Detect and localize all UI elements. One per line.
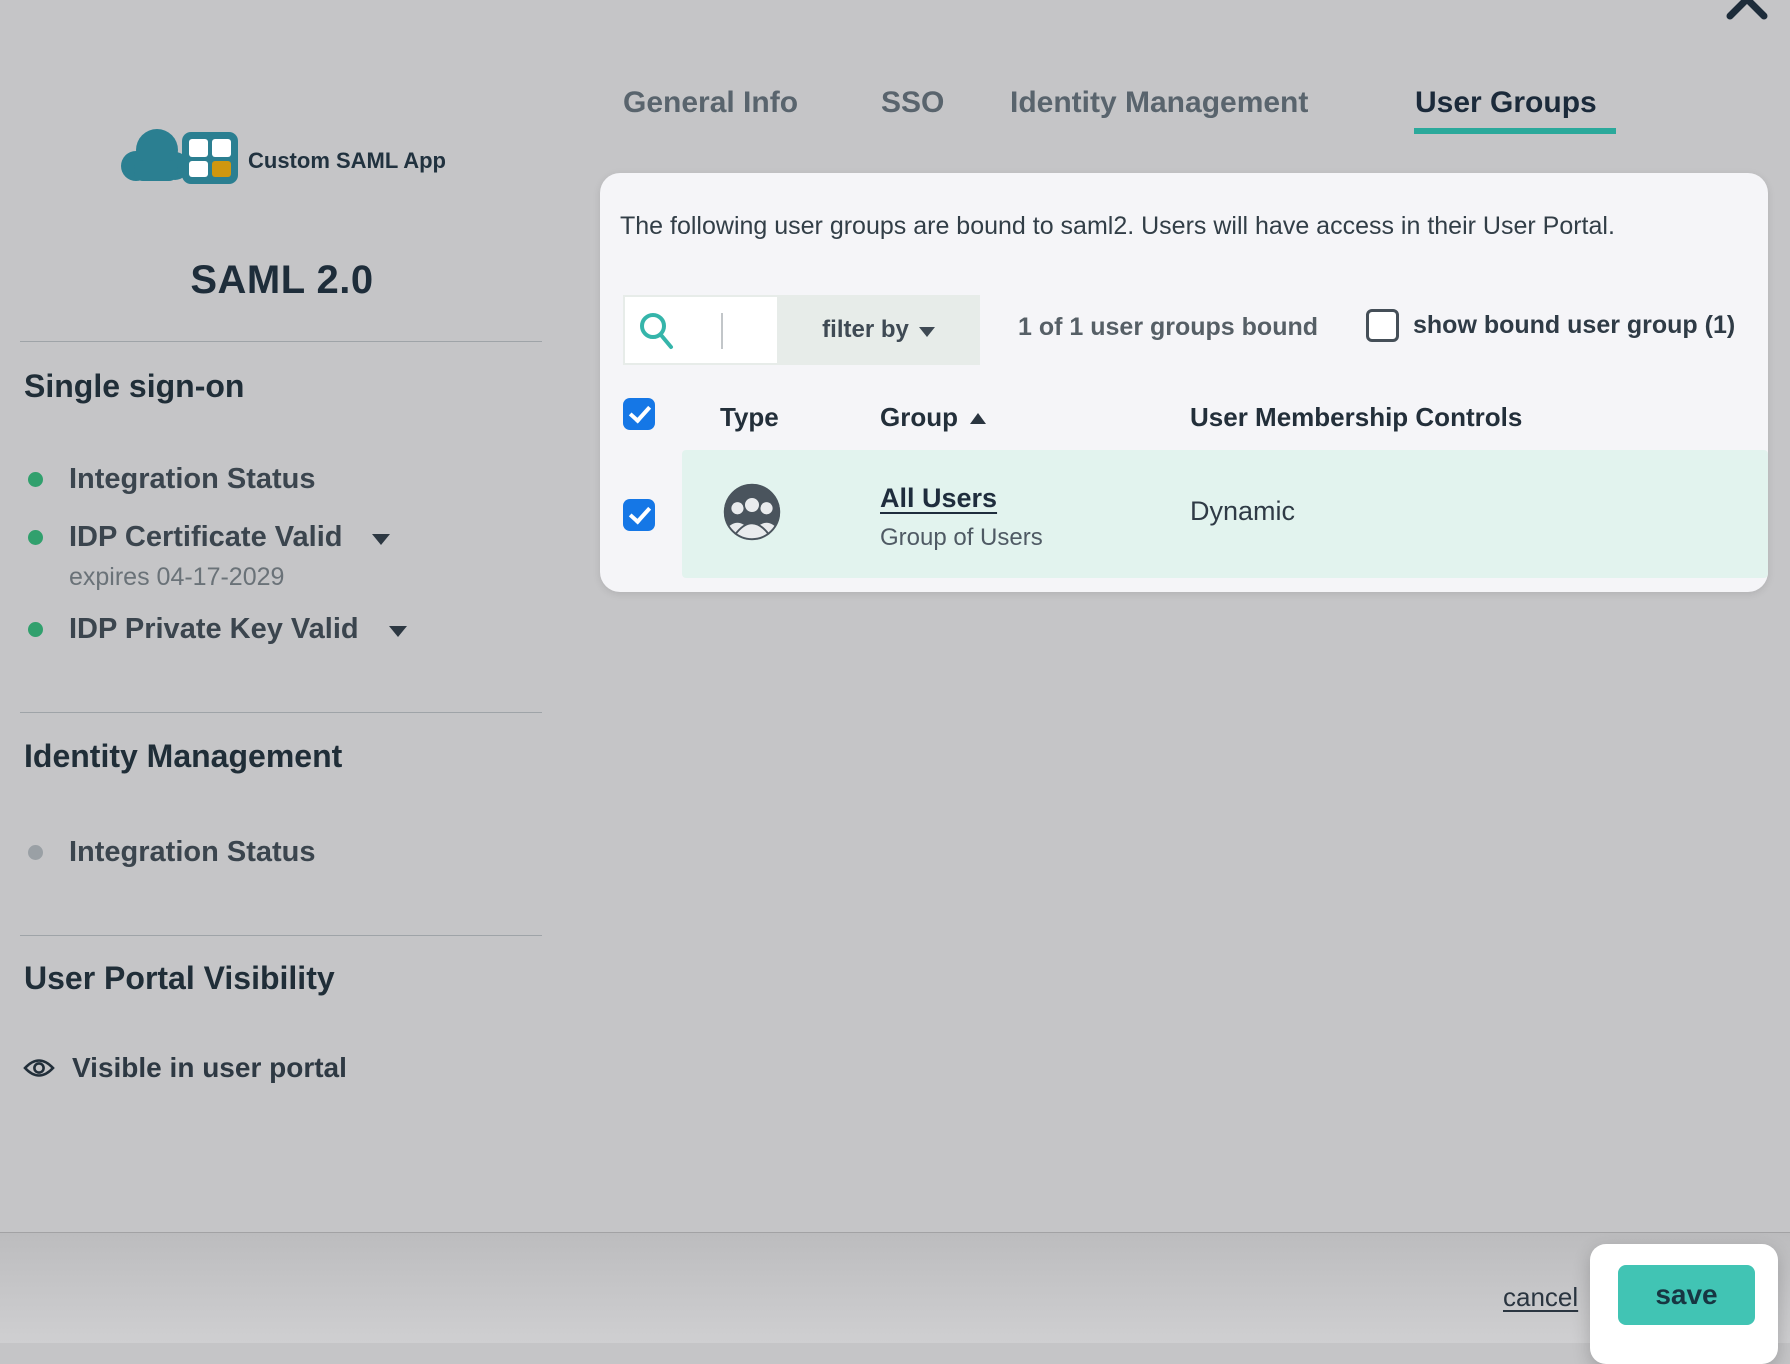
eye-icon — [22, 1056, 56, 1080]
protocol-title: SAML 2.0 — [22, 258, 542, 303]
sidebar-item-label: Integration Status — [69, 463, 316, 496]
close-button[interactable] — [1724, 0, 1770, 22]
save-button[interactable]: save — [1618, 1265, 1755, 1325]
app-logo-label: Custom SAML App — [248, 148, 446, 174]
status-green-dot — [28, 622, 43, 637]
search-input[interactable] — [683, 305, 769, 355]
status-green-dot — [28, 530, 43, 545]
sidebar-item-label: Integration Status — [69, 836, 316, 869]
sort-ascending-icon — [970, 413, 986, 424]
sidebar-divider — [20, 712, 542, 713]
sidebar-divider — [20, 935, 542, 936]
custom-saml-app-logo-icon — [112, 118, 244, 190]
chevron-down-icon[interactable] — [389, 626, 407, 637]
sidebar-item-idp-certificate[interactable]: IDP Certificate Valid — [28, 521, 390, 554]
tab-general-info[interactable]: General Info — [623, 86, 798, 120]
bound-count-label: 1 of 1 user groups bound — [1018, 313, 1318, 342]
filter-by-dropdown[interactable]: filter by — [777, 295, 980, 365]
portal-visibility-label: Visible in user portal — [72, 1052, 347, 1084]
sso-section-title: Single sign-on — [24, 368, 244, 405]
cancel-link[interactable]: cancel — [1503, 1282, 1578, 1313]
close-icon — [1724, 0, 1770, 22]
search-icon — [637, 311, 677, 351]
row-checkbox[interactable] — [623, 499, 655, 531]
sidebar-item-idm-integration-status: Integration Status — [28, 836, 316, 869]
sidebar-item-idp-private-key[interactable]: IDP Private Key Valid — [28, 613, 407, 646]
sidebar-divider — [20, 341, 542, 342]
filter-bar: filter by — [623, 295, 980, 365]
sidebar-item-integration-status: Integration Status — [28, 463, 316, 496]
table-row: All Users Group of Users Dynamic — [682, 450, 1768, 578]
show-bound-checkbox[interactable] — [1366, 309, 1399, 342]
group-name-link[interactable]: All Users — [880, 483, 997, 514]
status-green-dot — [28, 472, 43, 487]
column-header-group-label: Group — [880, 402, 958, 432]
chevron-down-icon — [919, 327, 935, 337]
show-bound-label: show bound user group (1) — [1413, 311, 1735, 340]
user-group-avatar-icon — [722, 482, 782, 542]
saml-app-modal: { "app": { "logo_label": "Custom SAML Ap… — [0, 0, 1790, 1342]
chevron-down-icon[interactable] — [372, 534, 390, 545]
certificate-expiry-text: expires 04-17-2029 — [69, 563, 284, 592]
column-header-type: Type — [720, 402, 779, 433]
idm-section-title: Identity Management — [24, 738, 342, 775]
column-header-controls: User Membership Controls — [1190, 402, 1522, 433]
group-type-label: Group of Users — [880, 524, 1043, 552]
panel-description: The following user groups are bound to s… — [620, 212, 1730, 241]
status-gray-dot — [28, 845, 43, 860]
portal-visibility-row: Visible in user portal — [22, 1052, 347, 1084]
user-groups-panel: The following user groups are bound to s… — [600, 173, 1768, 592]
tab-identity-management[interactable]: Identity Management — [1010, 86, 1308, 120]
tab-user-groups[interactable]: User Groups — [1415, 86, 1597, 120]
show-bound-control: show bound user group (1) — [1366, 309, 1735, 342]
membership-controls-value: Dynamic — [1190, 496, 1295, 527]
tab-sso[interactable]: SSO — [881, 86, 944, 120]
text-caret — [721, 313, 723, 349]
sidebar-item-label: IDP Certificate Valid — [69, 521, 342, 554]
select-all-checkbox[interactable] — [623, 398, 655, 430]
column-header-group[interactable]: Group — [880, 402, 986, 433]
filter-by-label: filter by — [822, 316, 909, 344]
sidebar-item-label: IDP Private Key Valid — [69, 613, 359, 646]
active-tab-underline — [1414, 128, 1616, 134]
portal-section-title: User Portal Visibility — [24, 960, 335, 997]
save-button-highlight-card: save — [1590, 1244, 1778, 1364]
search-box[interactable] — [625, 297, 777, 363]
